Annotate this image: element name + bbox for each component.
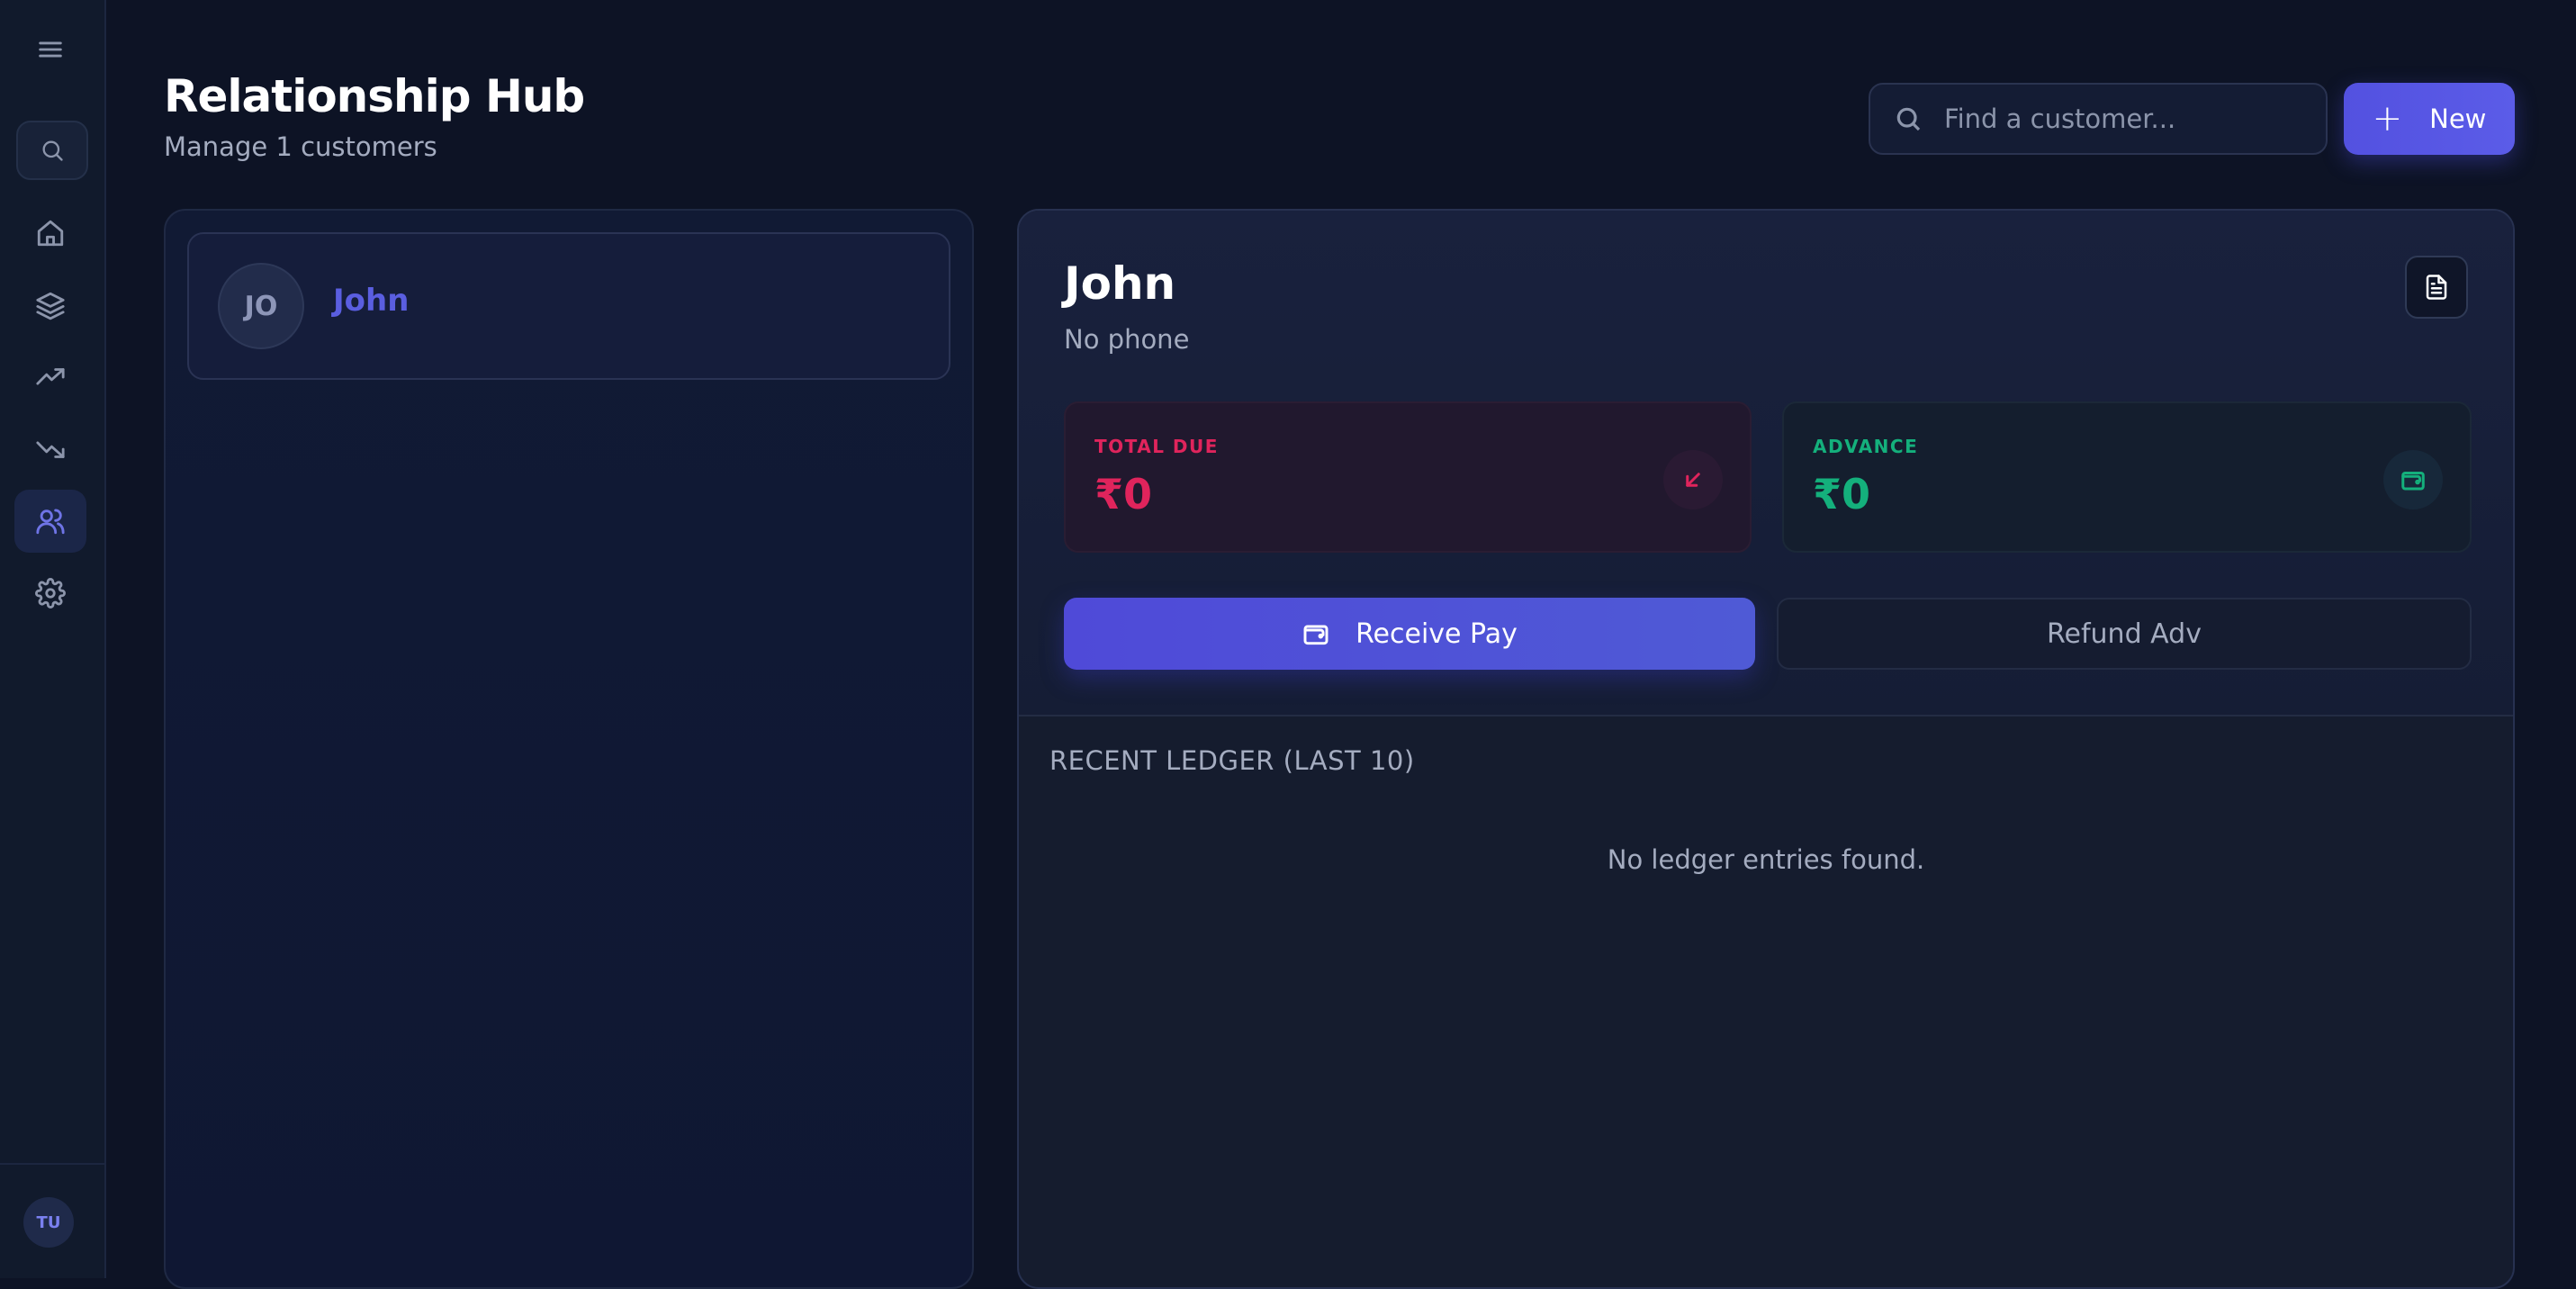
- sidebar-item-home[interactable]: [14, 202, 86, 265]
- customer-name: John: [333, 283, 410, 319]
- wallet-icon: [2383, 450, 2443, 509]
- customer-list-item[interactable]: JO John: [187, 232, 950, 380]
- layers-icon: [36, 292, 65, 320]
- total-due-card: TOTAL DUE ₹0: [1064, 401, 1752, 553]
- ledger-title: RECENT LEDGER (LAST 10): [1049, 745, 1415, 776]
- advance-card: ADVANCE ₹0: [1782, 401, 2472, 553]
- sidebar-item-income[interactable]: [14, 346, 86, 409]
- document-icon: [2426, 275, 2447, 300]
- gear-icon: [35, 578, 66, 608]
- page-title: Relationship Hub: [164, 70, 585, 122]
- menu-icon: [39, 41, 62, 58]
- sidebar: TU: [0, 0, 106, 1278]
- user-avatar[interactable]: TU: [23, 1197, 74, 1248]
- sidebar-item-customers[interactable]: [14, 490, 86, 553]
- customer-search: [1869, 83, 2328, 155]
- advance-value: ₹0: [1813, 470, 1871, 518]
- new-button-label: New: [2429, 104, 2487, 134]
- total-due-label: TOTAL DUE: [1094, 436, 1219, 457]
- search-icon: [42, 140, 63, 161]
- customer-detail-panel: John No phone TOTAL DUE ₹0 ADVANCE ₹0 Re…: [1017, 209, 2515, 1289]
- sidebar-search-button[interactable]: [16, 121, 88, 180]
- ledger-empty-message: No ledger entries found.: [1607, 844, 1925, 875]
- sidebar-item-settings[interactable]: [14, 562, 86, 625]
- sidebar-item-inventory[interactable]: [14, 274, 86, 337]
- new-customer-button[interactable]: + New: [2344, 83, 2515, 155]
- search-icon: [1896, 107, 1921, 131]
- detail-customer-name: John: [1064, 257, 1176, 310]
- customer-avatar: JO: [218, 263, 304, 349]
- menu-button[interactable]: [14, 18, 86, 81]
- detail-header: John No phone TOTAL DUE ₹0 ADVANCE ₹0 Re…: [1019, 211, 2513, 717]
- receive-payment-label: Receive Pay: [1356, 617, 1518, 650]
- sidebar-item-expenses[interactable]: [14, 418, 86, 481]
- refund-advance-button[interactable]: Refund Adv: [1777, 598, 2472, 670]
- receive-payment-button[interactable]: Receive Pay: [1064, 598, 1755, 670]
- wallet-icon: [1303, 625, 1329, 645]
- total-due-value: ₹0: [1094, 470, 1153, 518]
- trending-up-icon: [36, 368, 65, 385]
- arrow-down-left-icon: [1663, 450, 1723, 509]
- detail-customer-phone: No phone: [1064, 324, 1190, 355]
- trending-down-icon: [36, 441, 65, 458]
- page-subtitle: Manage 1 customers: [164, 131, 437, 162]
- sidebar-divider: [0, 1163, 104, 1165]
- users-icon: [36, 509, 65, 535]
- plus-icon: +: [2372, 98, 2403, 140]
- statement-button[interactable]: [2405, 256, 2468, 319]
- advance-label: ADVANCE: [1813, 436, 1919, 457]
- home-icon: [37, 220, 64, 247]
- customer-search-input[interactable]: [1942, 103, 2306, 135]
